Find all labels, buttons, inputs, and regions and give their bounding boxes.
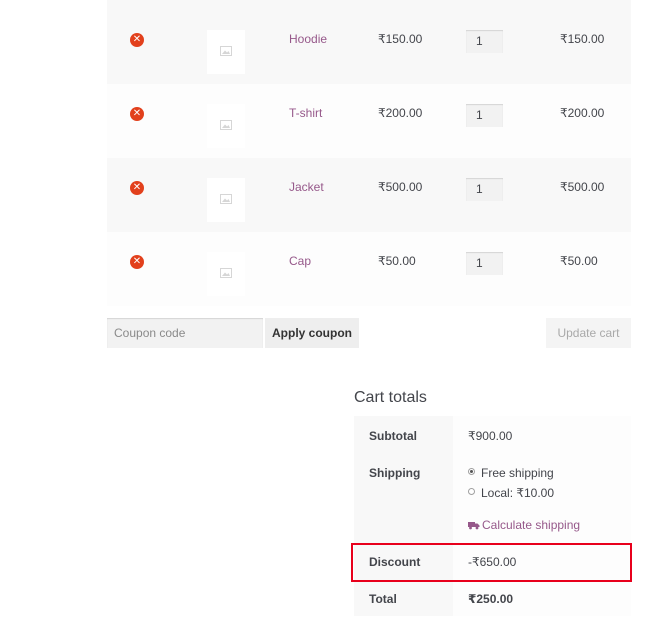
product-price: ₹500.00 [378, 180, 423, 194]
discount-row: Discount -₹650.00 [354, 542, 631, 579]
product-subtotal: ₹200.00 [560, 106, 605, 120]
product-name-link[interactable]: Jacket [289, 180, 324, 194]
product-thumbnail[interactable] [207, 178, 245, 222]
image-placeholder-icon [220, 120, 232, 130]
coupon-code-input[interactable] [107, 318, 263, 348]
quantity-input[interactable] [466, 178, 503, 201]
local-shipping-radio[interactable] [468, 488, 475, 495]
discount-label: Discount [369, 555, 421, 569]
table-row: ✕ T-shirt ₹200.00 ₹200.00 [107, 84, 631, 158]
table-row: ✕ Jacket ₹500.00 ₹500.00 [107, 158, 631, 232]
remove-item-icon[interactable]: ✕ [130, 107, 144, 121]
quantity-input[interactable] [466, 104, 503, 127]
product-subtotal: ₹150.00 [560, 32, 605, 46]
product-name-link[interactable]: Hoodie [289, 32, 327, 46]
shipping-label: Shipping [369, 466, 421, 480]
remove-item-icon[interactable]: ✕ [130, 181, 144, 195]
product-subtotal: ₹500.00 [560, 180, 605, 194]
image-placeholder-icon [220, 46, 232, 56]
update-cart-button[interactable]: Update cart [546, 318, 631, 348]
subtotal-value: ₹900.00 [468, 429, 513, 443]
table-row: ✕ Hoodie ₹150.00 ₹150.00 [107, 10, 631, 84]
product-thumbnail[interactable] [207, 252, 245, 296]
free-shipping-label[interactable]: Free shipping [481, 466, 554, 480]
product-thumbnail[interactable] [207, 104, 245, 148]
table-row: ✕ Cap ₹50.00 ₹50.00 [107, 232, 631, 306]
total-label: Total [369, 592, 397, 606]
discount-value: -₹650.00 [468, 555, 517, 569]
calculate-shipping-link[interactable]: Calculate shipping [468, 518, 580, 532]
product-price: ₹150.00 [378, 32, 423, 46]
quantity-input[interactable] [466, 252, 503, 275]
image-placeholder-icon [220, 194, 232, 204]
product-name-link[interactable]: Cap [289, 254, 311, 268]
total-value: ₹250.00 [468, 592, 514, 606]
cart-totals-heading: Cart totals [354, 389, 427, 406]
cart-table: ✕ Hoodie ₹150.00 ₹150.00 ✕ T-shirt ₹200.… [107, 10, 631, 306]
quantity-input[interactable] [466, 30, 503, 53]
calculate-shipping-text: Calculate shipping [482, 518, 581, 532]
subtotal-row: Subtotal ₹900.00 [354, 416, 631, 453]
remove-item-icon[interactable]: ✕ [130, 255, 144, 269]
product-price: ₹50.00 [378, 254, 416, 268]
shipping-row: Shipping Free shipping Local: ₹10.00 Cal… [354, 453, 631, 542]
product-thumbnail[interactable] [207, 30, 245, 74]
truck-icon [468, 522, 480, 530]
free-shipping-radio[interactable] [468, 468, 475, 475]
local-shipping-label[interactable]: Local: ₹10.00 [481, 486, 554, 500]
total-row: Total ₹250.00 [354, 579, 631, 616]
image-placeholder-icon [220, 268, 232, 278]
cart-table-header-strip [107, 0, 631, 10]
product-name-link[interactable]: T-shirt [289, 106, 322, 120]
subtotal-label: Subtotal [369, 429, 417, 443]
product-price: ₹200.00 [378, 106, 423, 120]
product-subtotal: ₹50.00 [560, 254, 598, 268]
remove-item-icon[interactable]: ✕ [130, 33, 144, 47]
apply-coupon-button[interactable]: Apply coupon [265, 318, 359, 348]
